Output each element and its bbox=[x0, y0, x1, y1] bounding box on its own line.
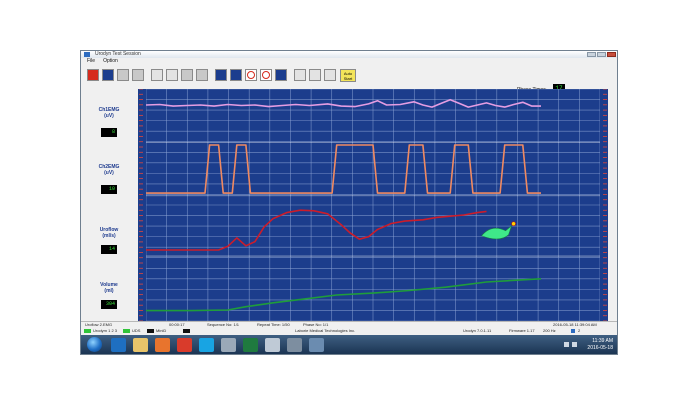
app-icon bbox=[84, 52, 90, 57]
title-bar: Urodyn Test Session bbox=[81, 51, 617, 58]
urodyn-status-led bbox=[84, 329, 91, 333]
company-name: Laborie Medical Technologies Inc. bbox=[295, 328, 356, 333]
marker-indicator-icon bbox=[511, 221, 516, 226]
ch1emg-value: 8 bbox=[101, 128, 117, 137]
uroflow-unit: (ml/s) bbox=[102, 233, 116, 239]
excel-icon[interactable] bbox=[243, 338, 258, 352]
mode-status-led bbox=[147, 329, 154, 333]
annotation-button[interactable] bbox=[230, 69, 242, 81]
pause-button[interactable] bbox=[102, 69, 114, 81]
software-version: Urodyn 7.0.1.11 bbox=[463, 328, 492, 333]
print-button[interactable] bbox=[275, 69, 287, 81]
uroflow-chart bbox=[138, 89, 608, 321]
uds-status-led bbox=[123, 329, 130, 333]
device-uds: UDS bbox=[132, 328, 141, 333]
pump-icon[interactable] bbox=[151, 69, 163, 81]
volume-unit: (ml) bbox=[104, 288, 114, 294]
channel-panel: Ch1EMG (uV) 8 Ch2EMG (uV) 10 Uroflow (ml… bbox=[81, 89, 137, 321]
taskbar: 11:39 AM 2016-05-18 bbox=[81, 335, 617, 354]
device-urodyn: Urodym 1 2 3 bbox=[93, 328, 118, 333]
event-marker-button[interactable] bbox=[215, 69, 227, 81]
app-window: Urodyn Test Session File Option Auto Sta… bbox=[80, 50, 618, 355]
menu-file[interactable]: File bbox=[87, 58, 95, 65]
volume-label: Volume (ml) bbox=[89, 282, 129, 294]
app-window-icon[interactable] bbox=[309, 338, 324, 352]
start-button[interactable] bbox=[87, 337, 102, 352]
calibrate-button[interactable] bbox=[196, 69, 208, 81]
ch2emg-unit: (uV) bbox=[104, 170, 114, 176]
rewind-button[interactable] bbox=[132, 69, 144, 81]
aux-status-led bbox=[183, 329, 190, 333]
clock-date: 2016-05-18 bbox=[587, 345, 613, 351]
tray-volume-icon[interactable] bbox=[572, 342, 577, 347]
cancel-pump-icon[interactable] bbox=[245, 69, 257, 81]
status-bar: Uroflow 2.EMG 00:00:17 Sequence No: 1/1 … bbox=[81, 321, 617, 328]
blank-button-2[interactable] bbox=[309, 69, 321, 81]
minimize-button[interactable] bbox=[587, 52, 596, 57]
toolbar: Auto Start Phase Timer: 17 bbox=[81, 65, 617, 94]
firefox-icon[interactable] bbox=[155, 338, 170, 352]
ch1emg-label: Ch1EMG (uV) bbox=[89, 107, 129, 119]
catheter-icon[interactable] bbox=[166, 69, 178, 81]
file-explorer-icon[interactable] bbox=[133, 338, 148, 352]
outlook-icon[interactable] bbox=[111, 338, 126, 352]
window-controls bbox=[587, 52, 616, 57]
pdf-reader-icon[interactable] bbox=[177, 338, 192, 352]
blank-button-3[interactable] bbox=[324, 69, 336, 81]
clock-time: 11:39 AM bbox=[592, 338, 613, 344]
ch2emg-label: Ch2EMG (uV) bbox=[89, 164, 129, 176]
cancel-fill-icon[interactable] bbox=[260, 69, 272, 81]
record-button[interactable] bbox=[87, 69, 99, 81]
sample-rate: 200 Hz bbox=[543, 328, 556, 333]
close-button[interactable] bbox=[607, 52, 616, 57]
tray-network-icon[interactable] bbox=[564, 342, 569, 347]
notes-icon[interactable] bbox=[265, 338, 280, 352]
uroflow-label: Uroflow (ml/s) bbox=[89, 227, 129, 239]
menu-option[interactable]: Option bbox=[103, 58, 118, 65]
window-title: Urodyn Test Session bbox=[95, 51, 141, 57]
volume-value: 304 bbox=[101, 300, 117, 309]
ch2emg-value: 10 bbox=[101, 185, 117, 194]
firmware-version: Firmware 1.17 bbox=[509, 328, 535, 333]
document-icon[interactable] bbox=[221, 338, 236, 352]
ch1emg-unit: (uV) bbox=[104, 113, 114, 119]
system-clock[interactable]: 11:39 AM 2016-05-18 bbox=[587, 338, 613, 352]
auto-start-button[interactable]: Auto Start bbox=[340, 69, 356, 82]
menu-bar: File Option bbox=[81, 58, 617, 65]
device-mode: MiniD bbox=[156, 328, 167, 333]
skype-icon[interactable] bbox=[199, 338, 214, 352]
blank-button-1[interactable] bbox=[294, 69, 306, 81]
connection-count: 2 bbox=[578, 328, 581, 333]
maximize-button[interactable] bbox=[597, 52, 606, 57]
urodyn-taskbar-icon[interactable] bbox=[287, 338, 302, 352]
device-bar: Urodym 1 2 3 UDS MiniD Laborie Medical T… bbox=[81, 328, 617, 334]
connection-icon bbox=[571, 329, 575, 333]
auto-start-label-line2: Start bbox=[343, 76, 353, 81]
zero-button[interactable] bbox=[181, 69, 193, 81]
uroflow-value: 14 bbox=[101, 245, 117, 254]
stop-button[interactable] bbox=[117, 69, 129, 81]
